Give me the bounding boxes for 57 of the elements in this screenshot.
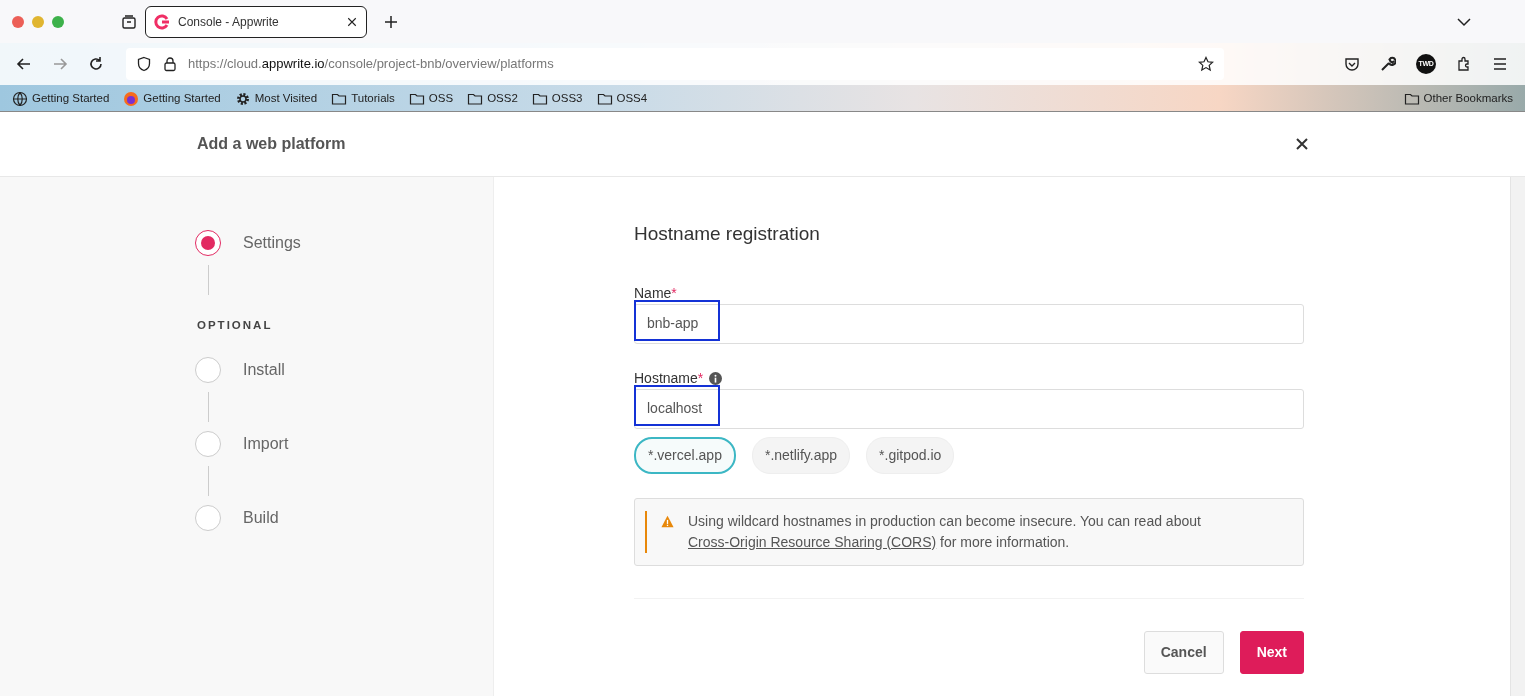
alert-message: Using wildcard hostnames in production can become insecure. You can read about Cross-Origin Resource Sharing (CORS) for more information.: [688, 511, 1202, 552]
form-title: Hostname registration: [634, 222, 821, 246]
bookmark[interactable]: Getting Started: [123, 89, 221, 108]
bookmark[interactable]: Tutorials: [331, 89, 395, 108]
forward-arrow-icon[interactable]: [52, 56, 68, 72]
suggestion-chip[interactable]: *.vercel.app: [634, 436, 736, 474]
globe-icon: [12, 90, 28, 107]
cors-link[interactable]: Cross-Origin Resource Sharing (CORS): [688, 533, 937, 550]
tab-title: Console - Appwrite: [178, 13, 280, 31]
close-window-icon[interactable]: [12, 15, 24, 28]
maximize-window-icon[interactable]: [52, 15, 64, 28]
star-icon[interactable]: [1198, 56, 1214, 72]
wizard-step[interactable]: Build: [195, 504, 493, 533]
gear-icon: [234, 90, 251, 107]
appwrite-logo-icon: [154, 13, 170, 30]
step-label: Build: [243, 508, 279, 529]
browser-tab[interactable]: Console - Appwrite: [145, 5, 367, 38]
section-heading: OPTIONAL: [197, 318, 274, 333]
wizard-step[interactable]: Settings: [195, 229, 493, 257]
warning-icon: [661, 514, 674, 528]
puzzle-icon[interactable]: [1456, 56, 1472, 72]
field-label: Name*: [634, 283, 677, 303]
suggestion-chip[interactable]: *.gitpod.io: [866, 436, 955, 474]
wizard-step[interactable]: Install: [195, 356, 493, 385]
reload-icon[interactable]: [88, 56, 104, 72]
bookmark[interactable]: OSS2: [467, 89, 518, 108]
bookmark[interactable]: OSS: [408, 89, 454, 108]
dialog-title: Add a web platform: [197, 134, 347, 154]
pocket-icon[interactable]: [1344, 56, 1360, 72]
lock-icon: [162, 56, 178, 72]
shield-icon: [136, 56, 152, 72]
tray-icon[interactable]: [121, 13, 137, 30]
url-text: https://cloud.appwrite.io/console/project-bnb/overview/platforms: [188, 55, 555, 74]
text-input[interactable]: bnb-app: [634, 303, 1304, 344]
menu-icon[interactable]: [1492, 56, 1508, 72]
bookmark[interactable]: OSS4: [596, 89, 648, 108]
bookmark[interactable]: Getting Started: [12, 89, 110, 108]
step-label: Install: [243, 360, 285, 381]
step-label: Settings: [243, 233, 301, 253]
bookmark[interactable]: Most Visited: [234, 89, 318, 108]
field-label: Hostname*: [634, 368, 704, 388]
close-icon[interactable]: [1296, 138, 1308, 150]
info-icon[interactable]: [709, 371, 723, 385]
wrench-icon[interactable]: [1380, 56, 1396, 72]
back-arrow-icon[interactable]: [16, 56, 32, 72]
close-icon[interactable]: [346, 15, 358, 28]
bookmark[interactable]: OSS3: [531, 89, 583, 108]
wizard-step[interactable]: Import: [195, 430, 493, 459]
browser-logo-icon: [123, 90, 140, 107]
bookmark[interactable]: Other Bookmarks: [1403, 89, 1513, 108]
text-input[interactable]: localhost: [634, 388, 1304, 429]
address-bar[interactable]: https://cloud.appwrite.io/console/project-bnb/overview/platforms: [126, 48, 1224, 80]
step-label: Import: [243, 434, 289, 455]
next-button[interactable]: Next: [1239, 630, 1304, 674]
suggestion-chip[interactable]: *.netlify.app: [751, 436, 851, 474]
cancel-button[interactable]: Cancel: [1143, 630, 1224, 674]
plus-icon[interactable]: [383, 13, 399, 30]
